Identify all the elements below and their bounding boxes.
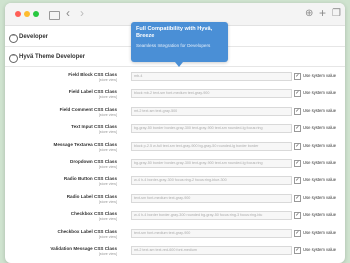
scope-label: [store view] — [98, 78, 117, 82]
section-title: Hyvä Theme Developer — [19, 54, 86, 60]
scope-label: [store view] — [98, 217, 117, 222]
tooltip-title: Full Compatibility with Hyvä, Breeze — [136, 26, 213, 39]
download-icon[interactable]: ⊕ — [305, 7, 313, 21]
use-system-value-label: Use system value — [303, 247, 337, 252]
use-system-value-checkbox[interactable]: ✓ — [294, 142, 301, 150]
scope-label: [store view] — [98, 234, 117, 239]
use-system-value-checkbox[interactable]: ✓ — [294, 177, 301, 185]
use-system-value-label: Use system value — [303, 229, 337, 235]
config-row: Message Textarea CSS Class [store view] bl… — [5, 141, 345, 157]
config-row: Radio Label CSS Class [store view] text-sm… — [5, 193, 345, 209]
css-class-input[interactable]: w-4 h-4 border border-gray-300 rounded b… — [131, 211, 292, 221]
config-row: Validation Message CSS Class [store view]… — [5, 245, 345, 261]
use-system-value-label: Use system value — [303, 107, 337, 113]
field-label: Text Input CSS Class — [71, 124, 117, 130]
config-row: Field Label CSS Class [store view] block m… — [5, 88, 345, 104]
css-class-input[interactable]: bg-gray-50 border border-gray-300 text-g… — [131, 124, 292, 134]
css-class-input[interactable]: block mb-2 text-sm font-medium text-gray… — [131, 89, 292, 99]
css-class-input[interactable]: text-sm font-medium text-gray-900 — [131, 193, 292, 203]
use-system-value-label: Use system value — [303, 194, 337, 200]
forward-arrow-icon[interactable]: › — [80, 6, 84, 20]
field-label: Message Textarea CSS Class — [53, 141, 118, 147]
use-system-value-label: Use system value — [303, 160, 337, 165]
config-row: Checkbox Label CSS Class [store view] text… — [5, 228, 345, 244]
use-system-value-label: Use system value — [303, 90, 337, 96]
field-label: Radio Button CSS Class — [63, 176, 117, 182]
field-label: Field Label CSS Class — [68, 89, 117, 95]
scope-label: [store view] — [98, 182, 117, 187]
tooltip-arrow — [175, 62, 183, 67]
field-label: Validation Message CSS Class — [50, 246, 117, 251]
sidebar-toggle-icon[interactable] — [49, 11, 60, 20]
use-system-value-checkbox[interactable]: ✓ — [294, 107, 301, 115]
feature-tooltip: Full Compatibility with Hyvä, Breeze Sea… — [131, 22, 228, 67]
config-row: Field Block CSS Class [store view] mb-4 ✓ Us… — [5, 71, 345, 87]
field-label: Checkbox CSS Class — [70, 211, 117, 217]
chevron-up-icon: ⌃ — [9, 34, 18, 43]
css-class-input[interactable]: w-4 h-4 border-gray-300 focus:ring-2 foc… — [131, 176, 292, 186]
use-system-value-checkbox[interactable]: ✓ — [294, 247, 301, 254]
scope-label: [store view] — [98, 95, 117, 100]
field-label: Checkbox Label CSS Class — [57, 228, 118, 234]
use-system-value-checkbox[interactable]: ✓ — [294, 90, 301, 98]
browser-window: ‹ › ⊕ + ❐ ⌃ Developer ⌃ Hyvä Theme Devel… — [5, 3, 345, 263]
use-system-value-checkbox[interactable]: ✓ — [294, 125, 301, 133]
css-class-input[interactable]: block p-2.5 w-full text-sm text-gray-900… — [131, 141, 292, 151]
field-label: Radio Label CSS Class — [66, 193, 117, 199]
use-system-value-label: Use system value — [303, 73, 337, 78]
scope-label: [store view] — [98, 165, 117, 169]
field-label: Dropdown CSS Class — [70, 159, 117, 164]
maximize-window-button[interactable] — [33, 11, 39, 17]
config-row: Radio Button CSS Class [store view] w-4 h-… — [5, 175, 345, 191]
scope-label: [store view] — [98, 147, 117, 152]
config-row: Text Input CSS Class [store view] bg-gray-… — [5, 123, 345, 139]
field-label: Field Block CSS Class — [68, 72, 117, 77]
close-window-button[interactable] — [15, 11, 21, 17]
config-row: Dropdown CSS Class [store view] bg-gray-50… — [5, 158, 345, 174]
use-system-value-checkbox[interactable]: ✓ — [294, 229, 301, 237]
scope-label: [store view] — [98, 252, 117, 256]
scope-label: [store view] — [98, 112, 117, 117]
css-class-input[interactable]: bg-gray-50 border border-gray-300 text-g… — [131, 159, 292, 168]
css-class-input[interactable]: mt-2 text-sm text-red-600 font-medium — [131, 246, 292, 255]
css-class-input[interactable]: mt-2 text-sm text-gray-500 — [131, 106, 292, 116]
tooltip-subtitle: Seamless Integration for Developers — [136, 43, 211, 48]
config-row: Field Comment CSS Class [store view] mt-2 … — [5, 106, 345, 122]
use-system-value-label: Use system value — [303, 142, 337, 148]
use-system-value-label: Use system value — [303, 212, 337, 218]
scope-label: [store view] — [98, 130, 117, 135]
use-system-value-label: Use system value — [303, 177, 337, 183]
use-system-value-label: Use system value — [303, 125, 337, 131]
chevron-up-icon: ⌃ — [9, 54, 18, 63]
css-class-input[interactable]: mb-4 — [131, 72, 292, 81]
back-arrow-icon[interactable]: ‹ — [66, 6, 70, 20]
minimize-window-button[interactable] — [24, 11, 30, 17]
css-class-input[interactable]: text-sm font-medium text-gray-900 — [131, 228, 292, 238]
section-title: Developer — [19, 34, 49, 40]
scope-label: [store view] — [98, 199, 117, 204]
new-tab-icon[interactable]: + — [319, 6, 326, 20]
field-label: Field Comment CSS Class — [59, 106, 117, 112]
tabs-overview-icon[interactable]: ❐ — [332, 7, 341, 21]
use-system-value-checkbox[interactable]: ✓ — [294, 194, 301, 202]
config-row: Checkbox CSS Class [store view] w-4 h-4 bo… — [5, 210, 345, 226]
use-system-value-checkbox[interactable]: ✓ — [294, 160, 301, 167]
use-system-value-checkbox[interactable]: ✓ — [294, 212, 301, 220]
use-system-value-checkbox[interactable]: ✓ — [294, 73, 301, 80]
